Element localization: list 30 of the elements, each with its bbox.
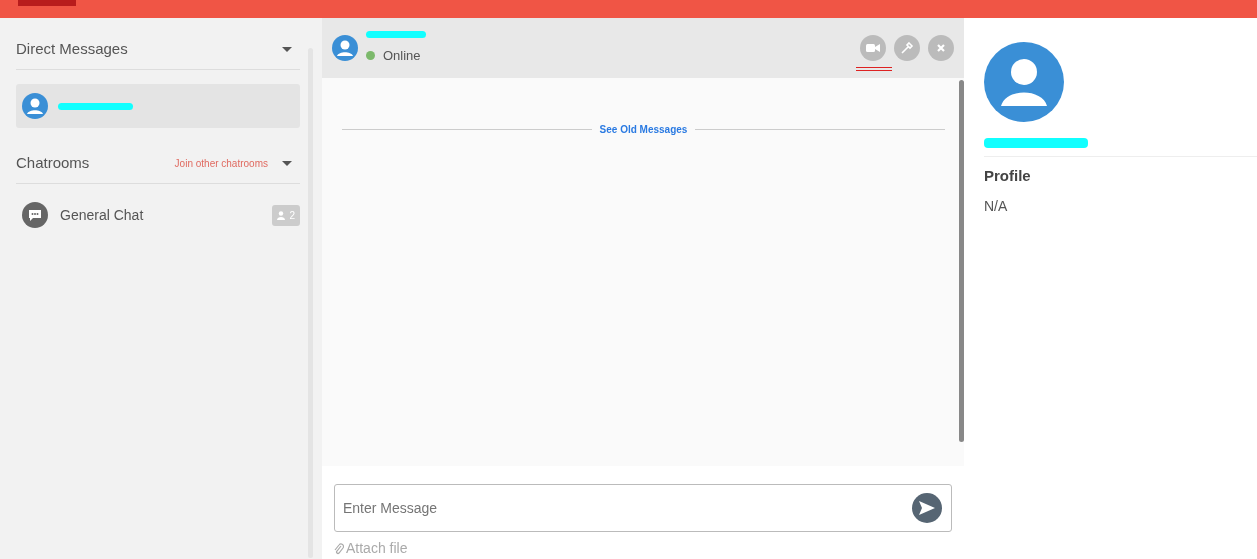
attach-file-link[interactable]: Attach file xyxy=(334,538,408,559)
video-call-button[interactable] xyxy=(860,34,886,61)
eyedropper-button[interactable] xyxy=(894,34,920,61)
section-title: Direct Messages xyxy=(16,39,128,60)
video-camera-icon xyxy=(866,42,880,53)
join-chatrooms-link[interactable]: Join other chatrooms xyxy=(174,156,268,171)
logo-block xyxy=(18,0,76,6)
caret-icon[interactable] xyxy=(282,47,292,52)
avatar-icon xyxy=(984,42,1064,122)
avatar-icon xyxy=(22,93,48,119)
person-icon xyxy=(277,210,286,220)
status-text: Online xyxy=(383,46,421,65)
chat-bubble-icon xyxy=(22,202,48,228)
caret-icon[interactable] xyxy=(282,161,292,166)
profile-heading: Profile xyxy=(984,166,1032,186)
paperclip-icon xyxy=(334,542,344,555)
redaction-mark xyxy=(366,30,426,38)
annotation-underline xyxy=(856,66,892,71)
eyedropper-icon xyxy=(900,40,914,55)
chatroom-name: General Chat xyxy=(60,205,144,225)
close-icon xyxy=(936,42,946,53)
avatar-icon xyxy=(332,34,358,61)
profile-value: N/A xyxy=(984,196,1009,216)
close-button[interactable] xyxy=(928,34,954,61)
section-title: Chatrooms xyxy=(16,153,90,174)
contact-item[interactable] xyxy=(16,84,300,128)
see-old-messages-link[interactable]: See Old Messages xyxy=(591,121,696,137)
message-input[interactable]: Enter Message xyxy=(334,484,952,532)
scrollbar[interactable] xyxy=(959,79,964,442)
send-icon xyxy=(917,498,937,518)
